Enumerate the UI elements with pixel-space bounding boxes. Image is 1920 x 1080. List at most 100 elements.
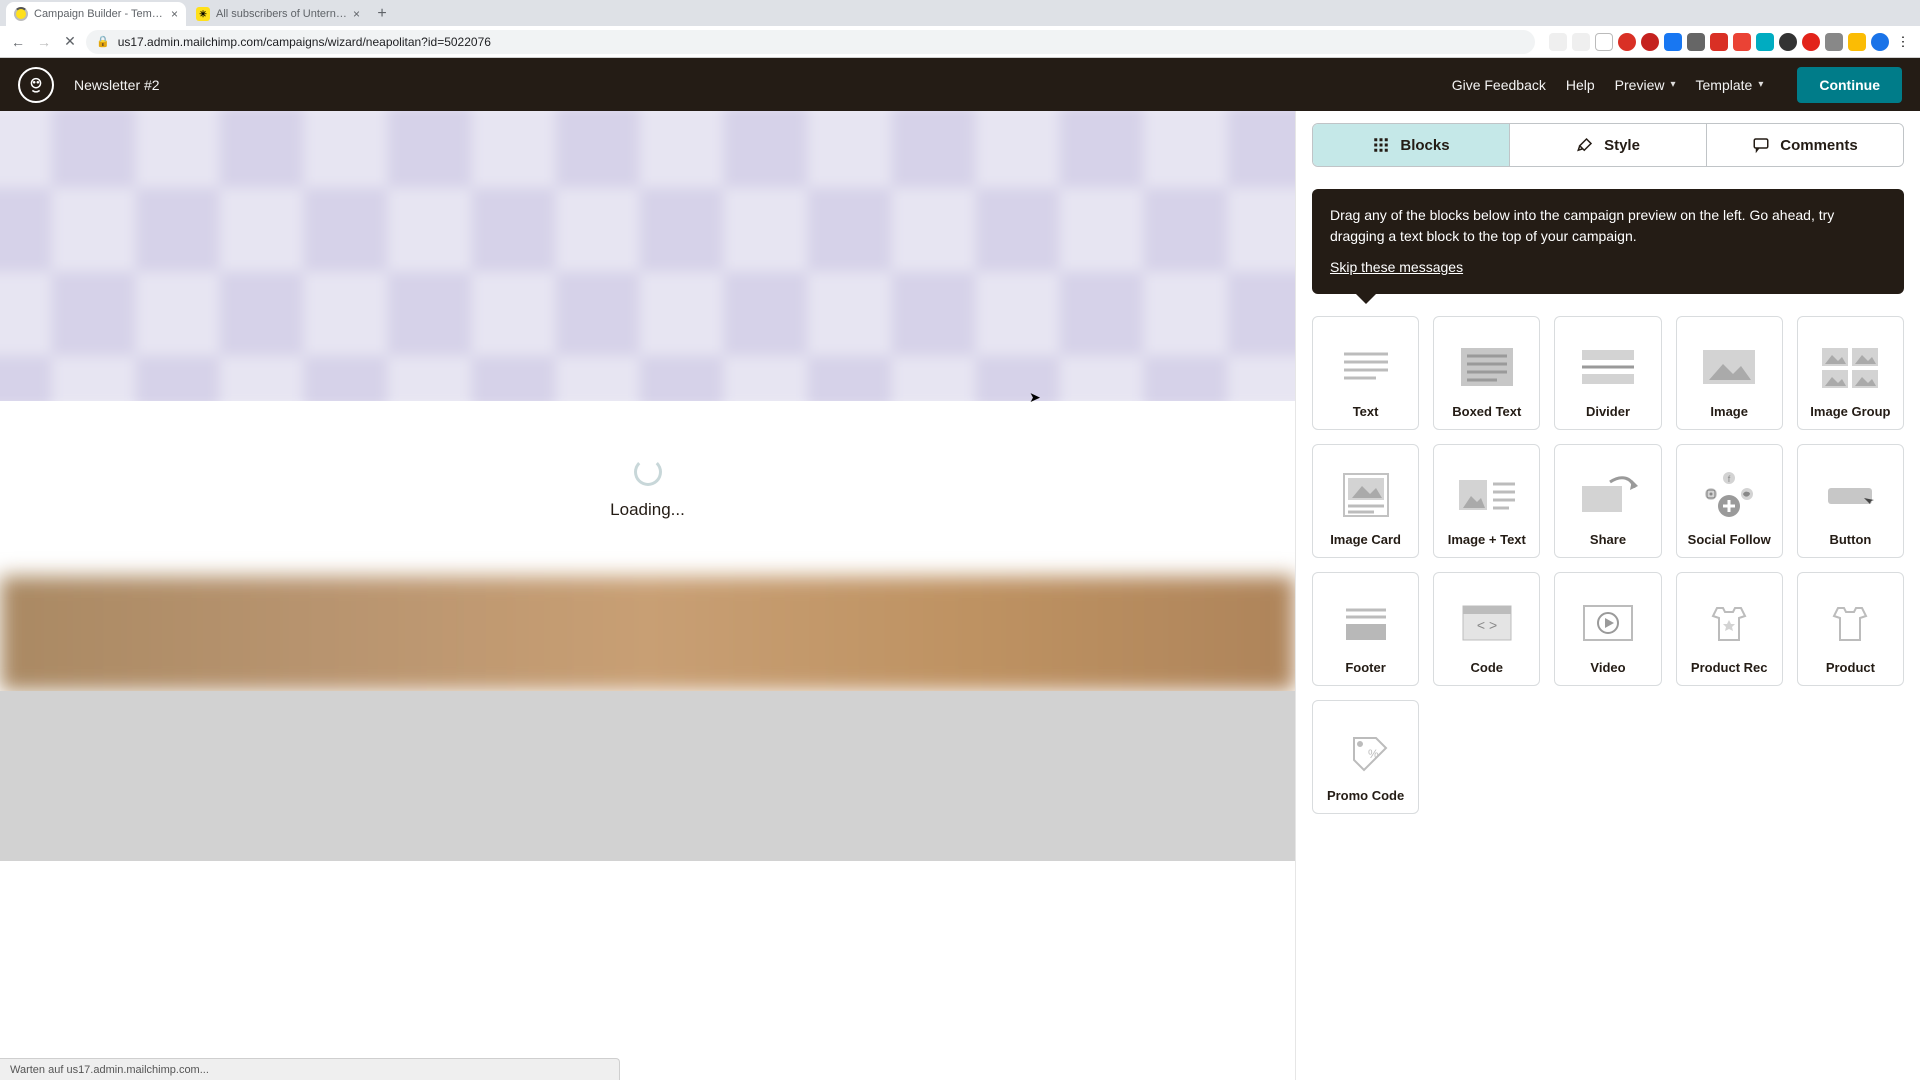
- preview-label: Preview: [1615, 77, 1665, 93]
- give-feedback-link[interactable]: Give Feedback: [1452, 77, 1546, 93]
- block-promo-code[interactable]: % Promo Code: [1312, 700, 1419, 814]
- browser-chrome: Campaign Builder - Template D × ✳ All su…: [0, 0, 1920, 58]
- code-block-icon: < >: [1451, 596, 1523, 650]
- preview-placeholder-white: [0, 861, 1295, 1080]
- extension-icon[interactable]: [1572, 33, 1590, 51]
- chrome-menu-icon[interactable]: ⋮: [1894, 33, 1912, 51]
- document-title: Newsletter #2: [74, 77, 160, 93]
- block-code[interactable]: < > Code: [1433, 572, 1540, 686]
- block-label: Code: [1471, 660, 1504, 675]
- tab-label: Style: [1604, 137, 1640, 154]
- grid-icon: [1372, 136, 1390, 154]
- campaign-preview[interactable]: Loading... ➤: [0, 111, 1295, 1080]
- loading-text: Loading...: [610, 500, 685, 520]
- mouse-cursor-icon: ➤: [1029, 389, 1041, 406]
- block-image-text[interactable]: Image + Text: [1433, 444, 1540, 558]
- block-label: Product: [1826, 660, 1875, 675]
- extension-icon[interactable]: [1825, 33, 1843, 51]
- video-block-icon: [1572, 596, 1644, 650]
- block-image-group[interactable]: Image Group: [1797, 316, 1904, 430]
- right-panel: Blocks Style Comments Drag any of the bl…: [1295, 111, 1920, 1080]
- extension-icon[interactable]: [1618, 33, 1636, 51]
- panel-tabs: Blocks Style Comments: [1312, 123, 1904, 167]
- block-label: Divider: [1586, 404, 1630, 419]
- image-group-block-icon: [1814, 340, 1886, 394]
- block-product[interactable]: Product: [1797, 572, 1904, 686]
- extension-icon[interactable]: [1710, 33, 1728, 51]
- workspace: Loading... ➤ Blocks Style Comments Drag …: [0, 111, 1920, 1080]
- block-label: Boxed Text: [1452, 404, 1521, 419]
- toolbar: ← → ✕ 🔒 us17.admin.mailchimp.com/campaig…: [0, 26, 1920, 57]
- extension-icon[interactable]: [1641, 33, 1659, 51]
- extension-icon[interactable]: [1779, 33, 1797, 51]
- status-text: Warten auf us17.admin.mailchimp.com...: [10, 1064, 209, 1076]
- block-boxed-text[interactable]: Boxed Text: [1433, 316, 1540, 430]
- mailchimp-logo-icon[interactable]: [18, 67, 54, 103]
- tab-comments[interactable]: Comments: [1707, 124, 1903, 166]
- tab-label: Blocks: [1400, 137, 1449, 154]
- block-label: Image Card: [1330, 532, 1401, 547]
- continue-button[interactable]: Continue: [1797, 67, 1902, 103]
- extension-icon[interactable]: [1549, 33, 1567, 51]
- comment-icon: [1752, 136, 1770, 154]
- extension-icon[interactable]: [1756, 33, 1774, 51]
- tab-blocks[interactable]: Blocks: [1313, 124, 1510, 166]
- block-label: Button: [1829, 532, 1871, 547]
- address-bar[interactable]: 🔒 us17.admin.mailchimp.com/campaigns/wiz…: [86, 30, 1535, 54]
- browser-tab[interactable]: ✳ All subscribers of Unternehme ×: [188, 2, 368, 26]
- chevron-down-icon: ▾: [1758, 79, 1763, 90]
- button-block-icon: [1814, 468, 1886, 522]
- block-text[interactable]: Text: [1312, 316, 1419, 430]
- preview-placeholder-top: [0, 111, 1295, 408]
- product-rec-block-icon: [1693, 596, 1765, 650]
- tooltip-text: Drag any of the blocks below into the ca…: [1330, 205, 1886, 247]
- block-image[interactable]: Image: [1676, 316, 1783, 430]
- extension-icon[interactable]: [1687, 33, 1705, 51]
- skip-messages-link[interactable]: Skip these messages: [1330, 257, 1463, 278]
- loading-indicator: Loading...: [0, 401, 1295, 576]
- svg-text:< >: < >: [1477, 617, 1497, 633]
- block-button[interactable]: Button: [1797, 444, 1904, 558]
- avatar-icon[interactable]: [1871, 33, 1889, 51]
- block-video[interactable]: Video: [1554, 572, 1661, 686]
- spinner-icon: [634, 458, 662, 486]
- browser-tab-active[interactable]: Campaign Builder - Template D ×: [6, 2, 186, 26]
- image-block-icon: [1693, 340, 1765, 394]
- tab-style[interactable]: Style: [1510, 124, 1707, 166]
- template-menu[interactable]: Template ▾: [1696, 77, 1764, 93]
- block-product-rec[interactable]: Product Rec: [1676, 572, 1783, 686]
- block-divider[interactable]: Divider: [1554, 316, 1661, 430]
- block-footer[interactable]: Footer: [1312, 572, 1419, 686]
- image-card-block-icon: [1330, 468, 1402, 522]
- tab-title: Campaign Builder - Template D: [34, 8, 165, 20]
- block-label: Video: [1590, 660, 1625, 675]
- extension-icon[interactable]: [1595, 33, 1613, 51]
- extension-icon[interactable]: [1664, 33, 1682, 51]
- extension-icon[interactable]: [1733, 33, 1751, 51]
- close-icon[interactable]: ×: [353, 7, 360, 21]
- tab-strip: Campaign Builder - Template D × ✳ All su…: [0, 0, 1920, 26]
- forward-button[interactable]: →: [34, 32, 54, 52]
- tab-title: All subscribers of Unternehme: [216, 8, 347, 20]
- divider-block-icon: [1572, 340, 1644, 394]
- boxed-text-block-icon: [1451, 340, 1523, 394]
- block-share[interactable]: Share: [1554, 444, 1661, 558]
- mailchimp-favicon-icon: ✳: [196, 7, 210, 21]
- new-tab-button[interactable]: +: [370, 2, 394, 26]
- block-label: Product Rec: [1691, 660, 1768, 675]
- block-image-card[interactable]: Image Card: [1312, 444, 1419, 558]
- block-label: Promo Code: [1327, 788, 1404, 803]
- extension-icon[interactable]: [1802, 33, 1820, 51]
- tab-label: Comments: [1780, 137, 1858, 154]
- url-text: us17.admin.mailchimp.com/campaigns/wizar…: [118, 35, 491, 49]
- close-icon[interactable]: ×: [171, 7, 178, 21]
- stop-reload-button[interactable]: ✕: [60, 32, 80, 52]
- back-button[interactable]: ←: [8, 32, 28, 52]
- preview-placeholder-mid: [0, 576, 1295, 691]
- preview-menu[interactable]: Preview ▾: [1615, 77, 1676, 93]
- text-block-icon: [1330, 340, 1402, 394]
- block-social-follow[interactable]: f Social Follow: [1676, 444, 1783, 558]
- image-text-block-icon: [1451, 468, 1523, 522]
- extension-icon[interactable]: [1848, 33, 1866, 51]
- help-link[interactable]: Help: [1566, 77, 1595, 93]
